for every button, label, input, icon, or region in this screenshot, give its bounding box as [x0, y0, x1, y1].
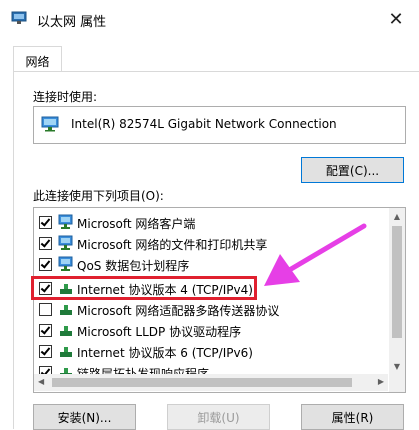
checkbox[interactable]	[39, 282, 52, 295]
network-adapter-icon	[11, 11, 27, 24]
checkbox[interactable]	[39, 324, 52, 337]
list-item-label: Microsoft 网络的文件和打印机共享	[77, 238, 268, 252]
items-label: 此连接使用下列项目(O):	[33, 189, 164, 203]
uninstall-button[interactable]: 卸载(U)	[167, 404, 270, 430]
checkbox[interactable]	[39, 345, 52, 358]
annotation-arrow-icon	[264, 223, 367, 286]
protocol-icon	[60, 326, 72, 336]
network-card-icon	[41, 116, 59, 132]
horizontal-scroll-thumb[interactable]	[52, 378, 352, 387]
checkbox[interactable]	[39, 237, 52, 250]
list-item-label: Internet 协议版本 4 (TCP/IPv4)	[77, 283, 253, 297]
protocol-icon	[60, 347, 72, 357]
checkbox[interactable]	[39, 258, 52, 271]
file-sharing-icon	[58, 235, 73, 250]
qos-icon	[58, 256, 73, 271]
protocol-icon	[60, 284, 72, 294]
close-button[interactable]: ✕	[373, 0, 419, 38]
scroll-right-icon[interactable]: ▶	[378, 377, 384, 386]
configure-button[interactable]: 配置(C)...	[301, 157, 404, 183]
list-item[interactable]: Internet 协议版本 6 (TCP/IPv6)	[34, 341, 388, 362]
list-item-label: Microsoft 网络适配器多路传送器协议	[77, 304, 280, 318]
scroll-thumb[interactable]	[392, 226, 402, 338]
adapter-name: Intel(R) 82574L Gigabit Network Connecti…	[71, 117, 337, 131]
list-item-label: QoS 数据包计划程序	[77, 259, 190, 273]
title-bar: 以太网 属性 ✕	[0, 0, 419, 39]
network-client-icon	[58, 214, 73, 229]
protocol-icon	[60, 305, 72, 315]
list-item[interactable]: Microsoft LLDP 协议驱动程序	[34, 320, 388, 341]
connect-using-label: 连接时使用:	[33, 90, 98, 104]
checkbox[interactable]	[39, 303, 52, 316]
horizontal-scrollbar[interactable]: ◀ ▶	[34, 374, 388, 391]
checkbox[interactable]	[39, 216, 52, 229]
properties-button[interactable]: 属性(R)	[301, 404, 404, 430]
window-title: 以太网 属性	[37, 15, 107, 30]
install-button[interactable]: 安装(N)...	[33, 404, 136, 430]
scroll-up-icon[interactable]: ▲	[389, 208, 405, 224]
list-item-label: Internet 协议版本 6 (TCP/IPv6)	[77, 346, 253, 360]
vertical-scrollbar[interactable]: ▲ ▼	[389, 208, 405, 392]
list-item[interactable]: Microsoft 网络适配器多路传送器协议	[34, 299, 388, 320]
scroll-down-icon[interactable]: ▼	[389, 358, 405, 374]
list-item-label: Microsoft 网络客户端	[77, 217, 196, 231]
list-item-label: Microsoft LLDP 协议驱动程序	[77, 325, 242, 339]
scroll-left-icon[interactable]: ◀	[38, 377, 44, 386]
adapter-box: Intel(R) 82574L Gigabit Network Connecti…	[33, 106, 406, 144]
tab-strip: 网络	[0, 38, 419, 75]
